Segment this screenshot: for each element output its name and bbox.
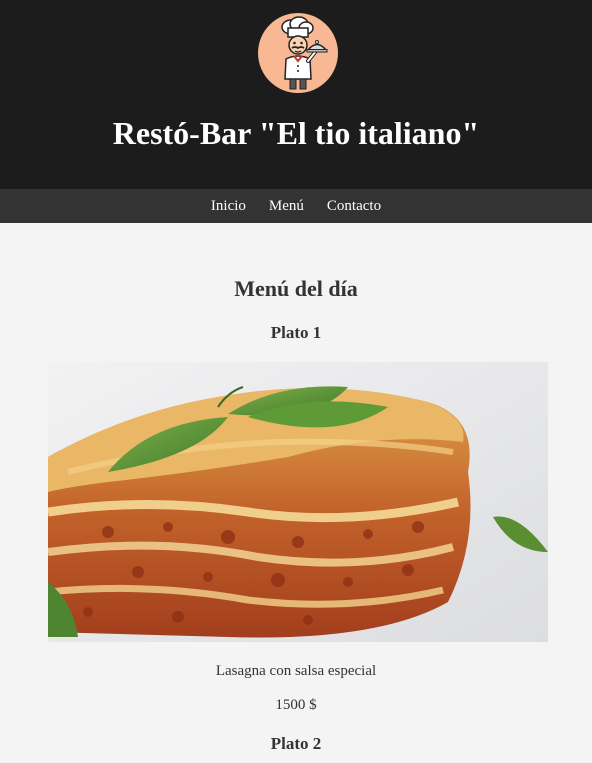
nav-link-inicio[interactable]: Inicio bbox=[199, 189, 257, 223]
dish-description: Lasagna con salsa especial bbox=[215, 663, 377, 679]
dish-price: 1500 $ bbox=[275, 697, 317, 713]
main-nav: Inicio Menú Contacto bbox=[0, 189, 592, 223]
nav-link-contacto[interactable]: Contacto bbox=[315, 189, 392, 223]
site-title: Restó-Bar "El tio italiano" bbox=[112, 115, 480, 151]
site-header: Restó-Bar "El tio italiano" bbox=[0, 0, 592, 189]
section-title: Menú del día bbox=[234, 276, 358, 301]
dish-title: Plato 2 bbox=[270, 734, 322, 753]
dish-title: Plato 1 bbox=[270, 323, 322, 342]
chef-icon bbox=[258, 13, 338, 93]
lasagna-image bbox=[48, 362, 548, 642]
nav-link-menu[interactable]: Menú bbox=[257, 189, 315, 223]
